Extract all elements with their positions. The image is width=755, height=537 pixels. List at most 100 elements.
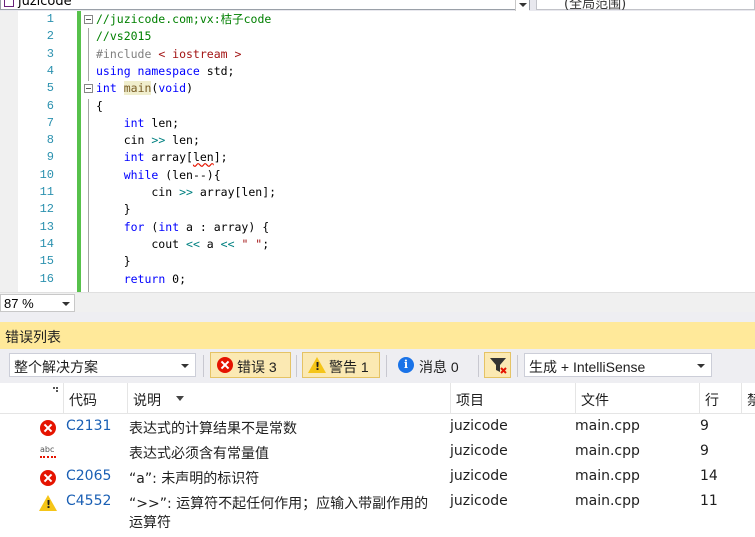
project-dropdown-value: juzicode (18, 0, 72, 9)
code-token: std; (199, 63, 235, 78)
column-header-icon[interactable] (35, 383, 63, 414)
column-header-suppression-label: 禁 (747, 393, 755, 409)
navigation-bar: juzicode (全局范围) (0, 0, 755, 11)
code-line[interactable]: 11 cin >> array[len]; (0, 184, 755, 201)
error-icon (40, 470, 56, 486)
error-icon (217, 357, 233, 373)
error-list-toolbar: 整个解决方案 错误 3 警告 1 i 消息 0 生成 + IntelliSens… (0, 349, 755, 383)
column-sort-icon (53, 387, 58, 392)
scope-dropdown[interactable]: (全局范围) (536, 0, 755, 11)
code-line[interactable]: 14 cout << a << " "; (0, 236, 755, 253)
toolbar-separator (296, 355, 297, 377)
code-line[interactable]: 5 int main(void) (0, 80, 755, 97)
code-token: int (123, 115, 145, 130)
code-token: array[len]; (192, 185, 277, 199)
line-number: 8 (46, 133, 54, 148)
column-header-line[interactable]: 行 (699, 383, 741, 414)
collapse-icon[interactable] (84, 84, 93, 94)
code-text: cout << a << " "; (96, 236, 269, 253)
code-text: } (96, 253, 131, 270)
table-row[interactable]: C2065 “a”: 未声明的标识符 juzicode main.cpp 14 (0, 465, 755, 490)
line-number: 9 (46, 150, 54, 165)
code-line[interactable]: 16 return 0; (0, 271, 755, 288)
code-text: for (int a : array) { (96, 219, 269, 236)
code-line[interactable]: 2 //vs2015 (0, 28, 755, 45)
code-line[interactable]: 15 } (0, 253, 755, 270)
column-header-code[interactable]: 代码 (63, 383, 127, 414)
column-header-description[interactable]: 说明 (127, 383, 450, 414)
chevron-down-icon[interactable] (515, 0, 529, 11)
code-text: int main(void) (96, 80, 193, 97)
code-text: { (96, 98, 103, 115)
errors-filter-button[interactable]: 错误 3 (210, 352, 291, 378)
filter-toggle-button[interactable] (484, 352, 511, 378)
code-line[interactable]: 3 #include < iostream > (0, 46, 755, 63)
zoom-value: 87 % (4, 296, 34, 311)
zoom-dropdown[interactable]: 87 % (0, 294, 75, 312)
code-line[interactable]: 10 while (len--){ (0, 167, 755, 184)
collapse-icon[interactable] (84, 15, 93, 24)
code-token: << (186, 236, 200, 251)
splitter[interactable] (0, 312, 755, 322)
line-number: 4 (46, 63, 54, 78)
code-token: int (158, 219, 180, 234)
warnings-filter-label: 警告 1 (329, 359, 369, 375)
code-token: >> (151, 133, 166, 148)
scope-filter-value: 整个解决方案 (14, 359, 98, 375)
code-token: while (123, 167, 159, 182)
code-token: #include (96, 46, 159, 61)
error-code-link[interactable]: C4552 (66, 493, 111, 509)
code-token: " " (241, 236, 263, 251)
code-token: } (96, 202, 131, 217)
code-token: //vs2015 (96, 29, 152, 44)
code-token: } (96, 254, 131, 269)
project-dropdown[interactable]: juzicode (0, 0, 530, 11)
line-number: 11 (39, 185, 54, 199)
build-filter-dropdown[interactable]: 生成 + IntelliSense (524, 353, 712, 377)
code-token: a (199, 236, 221, 251)
code-token: ; (262, 236, 270, 251)
code-line[interactable]: 12 } (0, 201, 755, 218)
table-row[interactable]: abc 表达式必须含有常量值 juzicode main.cpp 9 (0, 440, 755, 465)
filter-icon (490, 358, 507, 374)
code-line[interactable]: 8 cin >> len; (0, 132, 755, 149)
column-header-project[interactable]: 项目 (450, 383, 575, 414)
toolbar-separator (517, 355, 518, 377)
code-line[interactable]: 4 using namespace std; (0, 63, 755, 80)
editor-status-strip: 87 % (0, 292, 755, 312)
table-row[interactable]: C2131 表达式的计算结果不是常数 juzicode main.cpp 9 (0, 415, 755, 440)
column-header-file[interactable]: 文件 (575, 383, 699, 414)
messages-filter-button[interactable]: i 消息 0 (392, 352, 472, 378)
error-list-title-bar[interactable]: 错误列表 (0, 322, 755, 349)
code-token: return (123, 271, 166, 286)
code-text: return 0; (96, 271, 186, 288)
warning-icon (308, 357, 326, 373)
warnings-filter-button[interactable]: 警告 1 (302, 352, 380, 378)
error-code-link[interactable]: C2131 (66, 418, 111, 434)
error-line: 9 (700, 443, 709, 459)
code-token: { (96, 98, 103, 113)
error-line: 9 (700, 418, 709, 434)
error-project: juzicode (450, 468, 508, 484)
error-description: “>>”: 运算符不起任何作用；应输入带副作用的 (129, 496, 429, 512)
info-icon: i (398, 357, 414, 373)
code-line[interactable]: 1 //juzicode.com;vx:桔子code (0, 11, 755, 28)
column-header-suppression[interactable]: 禁 (741, 383, 755, 414)
table-row[interactable]: C4552 “>>”: 运算符不起任何作用；应输入带副作用的 juzicode mai… (0, 490, 755, 534)
code-token: 0; (165, 271, 187, 286)
code-token: >> (179, 185, 193, 199)
code-line[interactable]: 13 for (int a : array) { (0, 219, 755, 236)
line-number: 10 (39, 167, 54, 182)
chevron-down-icon (62, 302, 70, 306)
code-editor[interactable]: 1 //juzicode.com;vx:桔子code 2 //vs2015 3 #incl… (0, 11, 755, 292)
code-line[interactable]: 9 int array[len]; (0, 149, 755, 166)
code-token: len (192, 150, 214, 165)
scope-filter-dropdown[interactable]: 整个解决方案 (9, 353, 196, 377)
code-line[interactable]: 7 int len; (0, 115, 755, 132)
code-token: cin (96, 185, 180, 199)
code-token: void (158, 81, 187, 96)
error-description-continued: 运算符 (129, 515, 171, 531)
code-line[interactable]: 6{ (0, 98, 755, 115)
error-code-link[interactable]: C2065 (66, 468, 111, 484)
